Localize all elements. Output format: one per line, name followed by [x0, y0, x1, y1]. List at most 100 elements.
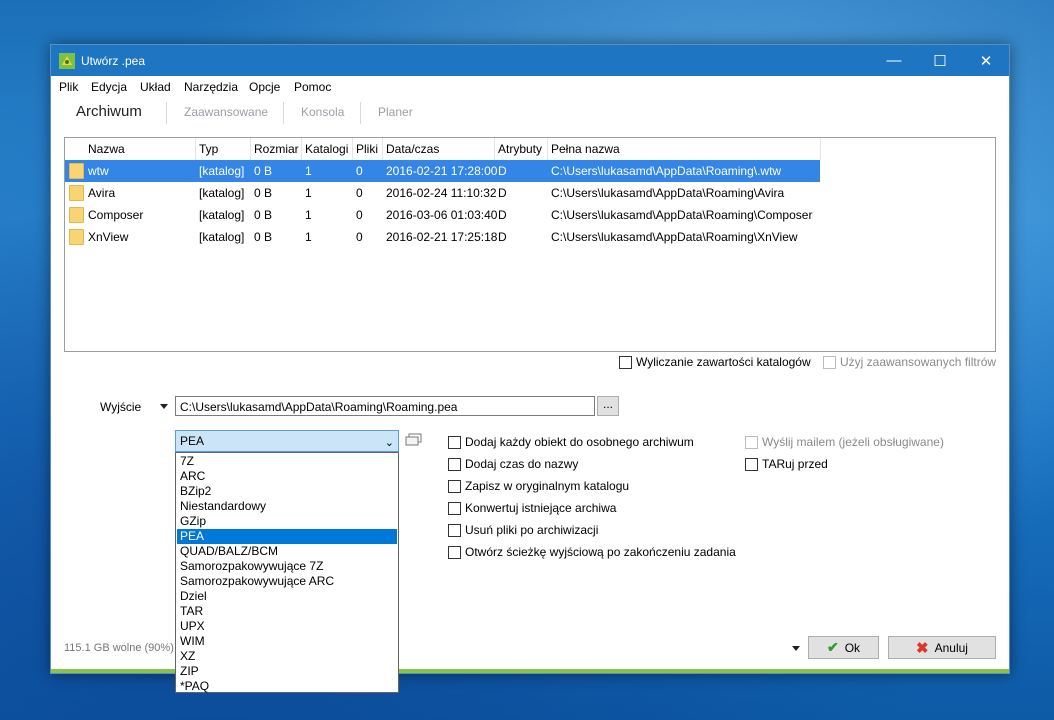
column-divider[interactable]	[195, 138, 196, 160]
close-button[interactable]: ✕	[963, 45, 1009, 76]
checkbox[interactable]	[448, 479, 461, 493]
output-label: Wyjście	[100, 400, 142, 414]
count-contents-option[interactable]: Wyliczanie zawartości katalogów	[619, 355, 811, 369]
column-header-nazwa[interactable]: Nazwa	[88, 142, 125, 156]
option-convert-archives[interactable]: Konwertuj istniejące archiwa	[448, 501, 616, 515]
option-separate-archives[interactable]: Dodaj każdy obiekt do osobnego archiwum	[448, 435, 694, 449]
format-option[interactable]: TAR	[177, 604, 397, 619]
option-label: Zapisz w oryginalnym katalogu	[465, 479, 630, 493]
file-list[interactable]: Nazwa Typ Rozmiar Katalogi Pliki Data/cz…	[64, 137, 996, 352]
minimize-icon: —	[886, 52, 902, 69]
column-divider[interactable]	[382, 138, 383, 160]
browse-button[interactable]: ...	[597, 396, 619, 416]
column-header-atrybuty[interactable]: Atrybuty	[498, 142, 542, 156]
checkbox[interactable]	[745, 457, 758, 471]
tab-planer[interactable]: Planer	[378, 105, 413, 119]
tab-archiwum[interactable]: Archiwum	[76, 103, 142, 120]
column-header-katalogi[interactable]: Katalogi	[305, 142, 348, 156]
format-option[interactable]: XZ	[177, 649, 397, 664]
cell-name: Composer	[88, 208, 144, 222]
format-option[interactable]: ARC	[177, 469, 397, 484]
checkbox[interactable]	[448, 523, 461, 537]
option-delete-files[interactable]: Usuń pliki po archiwizacji	[448, 523, 598, 537]
option-save-original-dir[interactable]: Zapisz w oryginalnym katalogu	[448, 479, 629, 493]
menu-opcje[interactable]: Opcje	[249, 80, 280, 94]
cell-date: 2016-02-21 17:25:18	[386, 230, 498, 244]
option-label: Konwertuj istniejące archiwa	[465, 501, 617, 515]
table-row[interactable]: wtw [katalog] 0 B 1 0 2016-02-21 17:28:0…	[65, 160, 820, 182]
format-option[interactable]: 7Z	[177, 454, 397, 469]
table-row[interactable]: Avira [katalog] 0 B 1 0 2016-02-24 11:10…	[65, 182, 820, 204]
minimize-button[interactable]: —	[871, 45, 917, 76]
option-open-output[interactable]: Otwórz ścieżkę wyjściową po zakończeniu …	[448, 545, 736, 559]
maximize-icon: ☐	[933, 52, 947, 70]
cell-type: [katalog]	[199, 186, 245, 200]
format-option[interactable]: Samorozpakowywujące 7Z	[177, 559, 397, 574]
column-divider[interactable]	[547, 138, 548, 160]
ok-button[interactable]: ✔ Ok	[808, 636, 879, 659]
check-icon: ✔	[826, 639, 839, 655]
format-option[interactable]: QUAD/BALZ/BCM	[177, 544, 397, 559]
column-header-pelna-nazwa[interactable]: Pełna nazwa	[551, 142, 620, 156]
free-space-status: 115.1 GB wolne (90%)	[64, 642, 174, 654]
table-row[interactable]: XnView [katalog] 0 B 1 0 2016-02-21 17:2…	[65, 226, 820, 248]
output-path-field[interactable]: C:\Users\lukasamd\AppData\Roaming\Roamin…	[175, 396, 595, 416]
format-select[interactable]: PEA ⌄	[175, 430, 399, 452]
advanced-filters-option[interactable]: Użyj zaawansowanych filtrów	[823, 355, 996, 369]
cell-size: 0 B	[254, 208, 273, 222]
checkbox[interactable]	[448, 545, 461, 559]
tab-divider	[360, 102, 361, 124]
checkbox[interactable]	[448, 501, 461, 515]
cell-attrs: D	[498, 164, 507, 178]
output-menu-arrow-icon[interactable]	[160, 404, 168, 409]
menu-edycja[interactable]: Edycja	[91, 80, 127, 94]
cancel-label: Anuluj	[934, 640, 968, 655]
menu-plik[interactable]: Plik	[59, 80, 78, 94]
format-select-value: PEA	[180, 434, 205, 448]
menu-uklad[interactable]: Układ	[140, 80, 171, 94]
cell-date: 2016-02-24 11:10:32	[386, 186, 497, 200]
option-send-mail[interactable]: Wyślij mailem (jeżeli obsługiwane)	[745, 435, 944, 449]
format-option[interactable]: Dziel	[177, 589, 397, 604]
format-option[interactable]: GZip	[177, 514, 397, 529]
tab-konsola[interactable]: Konsola	[301, 105, 344, 119]
option-add-time[interactable]: Dodaj czas do nazwy	[448, 457, 578, 471]
checkbox[interactable]	[448, 435, 461, 449]
title-bar[interactable]: Utwórz .pea — ☐ ✕	[51, 45, 1009, 76]
column-header-typ[interactable]: Typ	[199, 142, 218, 156]
maximize-button[interactable]: ☐	[917, 45, 963, 76]
menu-narzedzia[interactable]: Narzędzia	[184, 80, 238, 94]
column-header-pliki[interactable]: Pliki	[356, 142, 378, 156]
format-option[interactable]: ZIP	[177, 664, 397, 679]
format-option-selected[interactable]: PEA	[177, 529, 397, 544]
cell-fullpath: C:\Users\lukasamd\AppData\Roaming\XnView	[551, 230, 798, 244]
count-contents-checkbox[interactable]	[619, 355, 632, 369]
format-option[interactable]: WIM	[177, 634, 397, 649]
format-option[interactable]: Niestandardowy	[177, 499, 397, 514]
column-divider[interactable]	[494, 138, 495, 160]
column-divider[interactable]	[250, 138, 251, 160]
format-option[interactable]: *PAQ	[177, 679, 397, 694]
column-divider[interactable]	[301, 138, 302, 160]
format-option[interactable]: BZip2	[177, 484, 397, 499]
format-option[interactable]: UPX	[177, 619, 397, 634]
format-dropdown[interactable]: 7Z ARC BZip2 Niestandardowy GZip PEA QUA…	[175, 452, 399, 693]
cell-files: 0	[356, 208, 363, 222]
cancel-button[interactable]: ✖ Anuluj	[888, 636, 996, 659]
column-divider[interactable]	[352, 138, 353, 160]
format-options-icon[interactable]	[405, 433, 423, 447]
option-label: Dodaj każdy obiekt do osobnego archiwum	[465, 435, 694, 449]
table-row[interactable]: Composer [katalog] 0 B 1 0 2016-03-06 01…	[65, 204, 820, 226]
chevron-down-icon: ⌄	[384, 437, 394, 449]
tab-zaawansowane[interactable]: Zaawansowane	[184, 105, 268, 119]
option-tar-before[interactable]: TARuj przed	[745, 457, 828, 471]
checkbox[interactable]	[745, 435, 758, 449]
ok-menu-arrow-icon[interactable]	[792, 646, 800, 651]
column-header-data[interactable]: Data/czas	[386, 142, 439, 156]
column-divider[interactable]	[820, 138, 821, 160]
menu-pomoc[interactable]: Pomoc	[294, 80, 331, 94]
format-option[interactable]: Samorozpakowywujące ARC	[177, 574, 397, 589]
checkbox[interactable]	[448, 457, 461, 471]
column-header-rozmiar[interactable]: Rozmiar	[254, 142, 299, 156]
advanced-filters-checkbox[interactable]	[823, 355, 836, 369]
